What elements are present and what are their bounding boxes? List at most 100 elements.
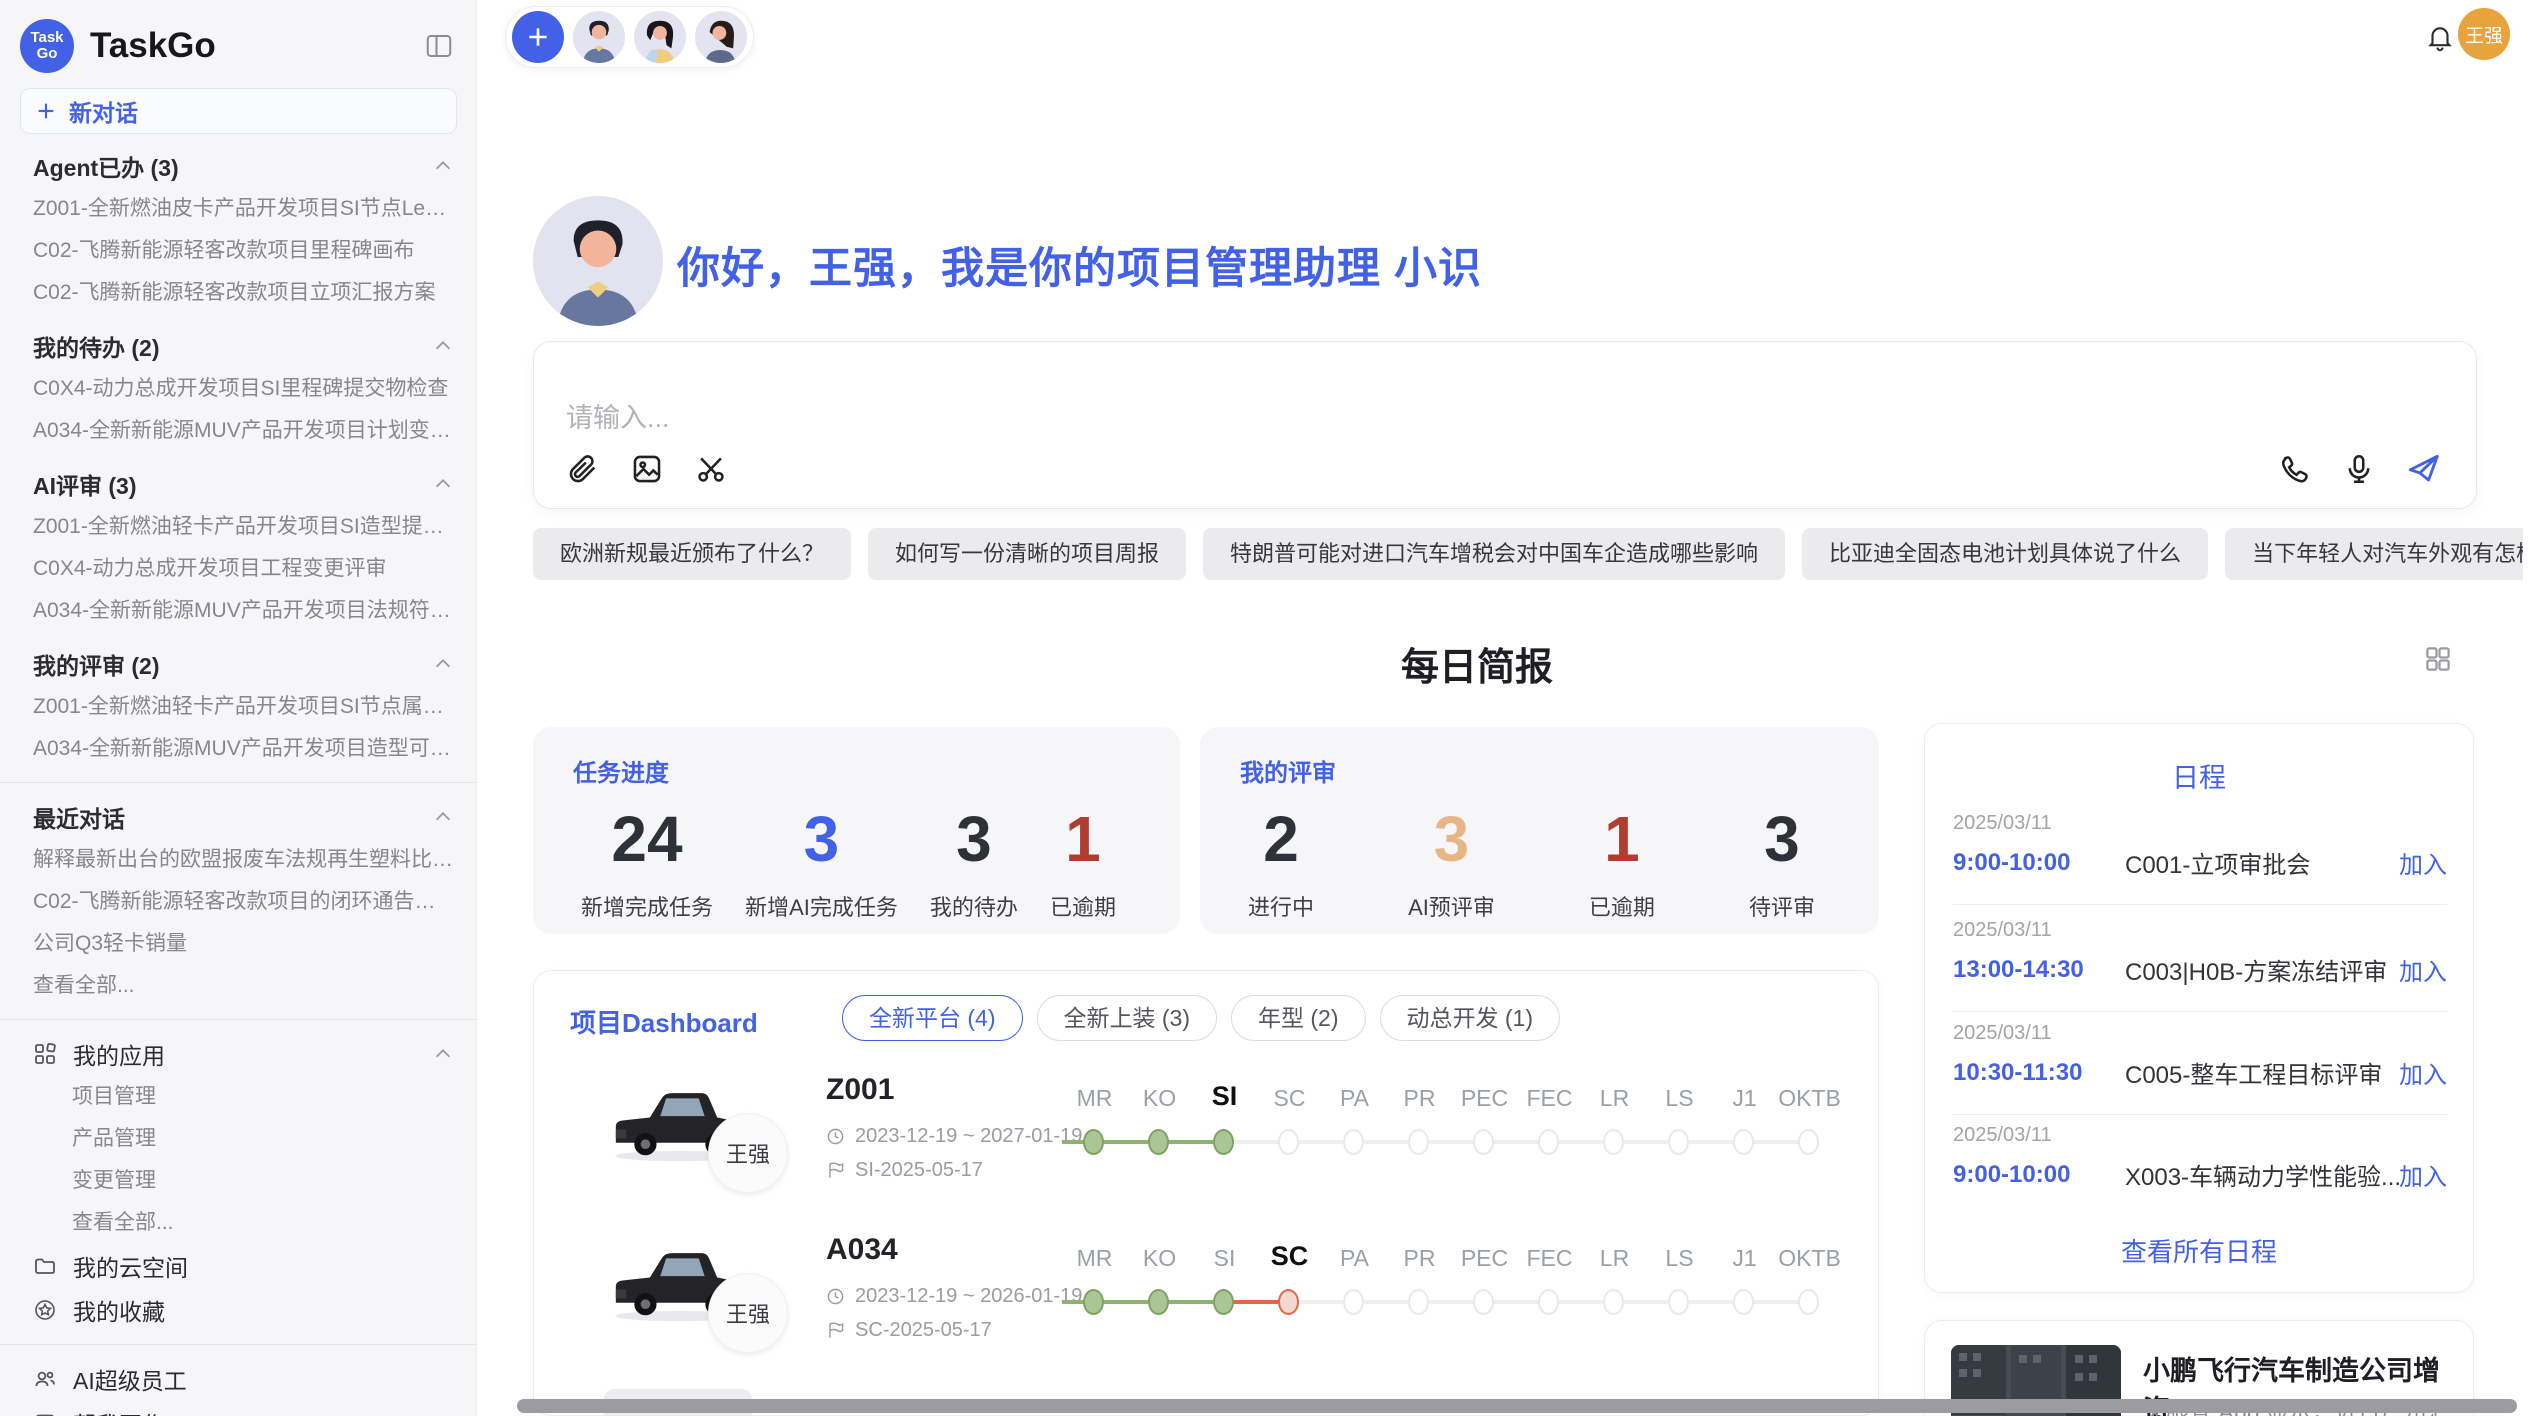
section-header-my-todo[interactable]: 我的待办 (2) [0,324,476,368]
voice-call-icon[interactable] [2276,450,2314,488]
milestone-node [1408,1129,1429,1155]
join-meeting-link[interactable]: 加入 [2399,1157,2447,1192]
agent-avatar-male[interactable] [573,11,625,63]
new-chat-button[interactable]: 新对话 [20,88,457,134]
sidebar-task-item[interactable]: C0X4-动力总成开发项目SI里程碑提交物检查 [0,368,476,410]
main-content: 王强 你好，王强，我是你的项目管理助理 小识 请输入... [477,0,2532,1416]
milestone-label: FEC [1517,1245,1582,1272]
schedule-card: 日程 2025/03/119:00-10:00C001-立项审批会加入2025/… [1924,723,2474,1293]
app-item[interactable]: 项目管理 [0,1076,476,1118]
suggestion-chip[interactable]: 当下年轻人对汽车外观有怎样的喜好趋势 [2225,528,2523,580]
milestone-node [1083,1289,1104,1315]
section-header-ai-review[interactable]: AI评审 (3) [0,462,476,506]
milestone-label: LS [1647,1245,1712,1272]
chevron-up-icon [432,335,454,357]
app-title: TaskGo [90,26,422,66]
sidebar-task-item[interactable]: C0X4-动力总成开发项目工程变更评审 [0,548,476,590]
stat-item: 3 新增AI完成任务 [745,802,898,922]
stat-item: 1 已逾期 [1589,802,1655,922]
milestone-node [1668,1289,1689,1315]
sidebar-item-help-me-write[interactable]: 帮我写作 [0,1401,476,1416]
divider [0,1019,476,1020]
app-item[interactable]: 产品管理 [0,1118,476,1160]
horizontal-scrollbar[interactable] [517,1399,2517,1413]
stat-item: 3 待评审 [1749,802,1815,922]
sidebar-task-item[interactable]: Z001-全新燃油轻卡产品开发项目SI造型提交物评审 [0,506,476,548]
stat-label: 新增完成任务 [581,890,713,922]
sidebar-item-ai-super-staff[interactable]: AI超级员工 [0,1357,476,1401]
stat-value: 2 [1248,802,1314,876]
suggestion-chip[interactable]: 如何写一份清晰的项目周报 [868,528,1186,580]
dashboard-tab[interactable]: 动总开发 (1) [1380,995,1561,1041]
join-meeting-link[interactable]: 加入 [2399,952,2447,987]
image-upload-icon[interactable] [628,450,666,488]
plus-icon [525,24,551,50]
milestone-label: SI [1192,1081,1257,1112]
milestone-label: KO [1127,1085,1192,1112]
section-header-agent-done[interactable]: Agent已办 (3) [0,144,476,188]
add-agent-button[interactable] [512,11,564,63]
stat-label: 待评审 [1749,890,1815,922]
recent-chat-item[interactable]: 解释最新出台的欧盟报废车法规再生塑料比例被调至15%... [0,839,476,881]
milestone-label: LS [1647,1085,1712,1112]
app-item[interactable]: 查看全部... [0,1202,476,1244]
project-dashboard-card: 项目Dashboard 全新平台 (4)全新上装 (3)年型 (2)动总开发 (… [533,970,1879,1416]
agent-avatar-female-1[interactable] [634,11,686,63]
recent-chat-item[interactable]: C02-飞腾新能源轻客改款项目的闭环通告反馈情况 [0,881,476,923]
recent-chat-item[interactable]: 查看全部... [0,965,476,1007]
chevron-up-icon [432,473,454,495]
stat-label: 我的待办 [930,890,1018,922]
notifications-bell-icon[interactable] [2423,20,2457,54]
schedule-entry: 2025/03/1113:00-14:30C003|H0B-方案冻结评审加入 [1953,919,2447,987]
message-composer[interactable]: 请输入... [533,341,2477,509]
microphone-icon[interactable] [2340,450,2378,488]
sidebar-item-my-apps[interactable]: 我的应用 [0,1032,476,1076]
sidebar-task-item[interactable]: A034-全新新能源MUV产品开发项目法规符合性评审 [0,590,476,632]
milestone-node [1473,1129,1494,1155]
milestone-label: PEC [1452,1085,1517,1112]
milestone-node [1538,1289,1559,1315]
apps-grid-icon [33,1042,57,1066]
recent-chat-item[interactable]: 公司Q3轻卡销量 [0,923,476,965]
milestone-node [1473,1289,1494,1315]
milestone-node [1148,1289,1169,1315]
sidebar-task-item[interactable]: A034-全新新能源MUV产品开发项目造型可行性评审 [0,728,476,770]
dashboard-tab[interactable]: 全新上装 (3) [1037,995,1218,1041]
project-row[interactable]: 王强 Z001 2023-12-19 ~ 2027-01-19 SI-2025-… [534,1067,1879,1217]
sidebar-task-item[interactable]: Z001-全新燃油皮卡产品开发项目SI节点Lesson Learn报告 [0,188,476,230]
schedule-title: 日程 [1925,756,2473,795]
milestone-label: J1 [1712,1085,1777,1112]
suggestion-chip[interactable]: 特朗普可能对进口汽车增税会对中国车企造成哪些影响 [1203,528,1785,580]
view-all-schedule-link[interactable]: 查看所有日程 [1925,1232,2473,1269]
milestone-label: OKTB [1777,1245,1842,1272]
section-header-recent-chats[interactable]: 最近对话 [0,795,476,839]
suggestion-chip[interactable]: 欧洲新规最近颁布了什么？ [533,528,851,580]
divider [1953,1114,2447,1115]
sidebar-item-cloud-space[interactable]: 我的云空间 [0,1244,476,1288]
join-meeting-link[interactable]: 加入 [2399,845,2447,880]
stat-value: 3 [1408,802,1495,876]
suggestion-chip[interactable]: 比亚迪全固态电池计划具体说了什么 [1802,528,2208,580]
layout-grid-icon[interactable] [2421,642,2455,676]
user-avatar[interactable]: 王强 [2458,8,2510,60]
sidebar: Task Go TaskGo 新对话 Agent已办 (3) Z001-全新燃油… [0,0,477,1416]
sidebar-task-item[interactable]: C02-飞腾新能源轻客改款项目里程碑画布 [0,230,476,272]
screenshot-scissors-icon[interactable] [692,450,730,488]
section-header-my-review[interactable]: 我的评审 (2) [0,642,476,686]
schedule-time: 13:00-14:30 [1953,956,2125,984]
schedule-event-title: C005-整车工程目标评审 [2125,1055,2399,1090]
app-item[interactable]: 变更管理 [0,1160,476,1202]
attachment-icon[interactable] [564,450,602,488]
join-meeting-link[interactable]: 加入 [2399,1055,2447,1090]
agent-avatar-female-2[interactable] [695,11,747,63]
milestone-label: KO [1127,1245,1192,1272]
sidebar-item-favorites[interactable]: 我的收藏 [0,1288,476,1332]
send-icon[interactable] [2404,450,2442,488]
project-row[interactable]: 王强 A034 2023-12-19 ~ 2026-01-19 SC-2025-… [534,1227,1879,1377]
collapse-sidebar-icon[interactable] [422,29,456,63]
dashboard-tab[interactable]: 全新平台 (4) [842,995,1023,1041]
sidebar-task-item[interactable]: Z001-全新燃油轻卡产品开发项目SI节点属性5D文件评审 [0,686,476,728]
sidebar-task-item[interactable]: A034-全新新能源MUV产品开发项目计划变更表编写 [0,410,476,452]
dashboard-tab[interactable]: 年型 (2) [1231,995,1366,1041]
sidebar-task-item[interactable]: C02-飞腾新能源轻客改款项目立项汇报方案 [0,272,476,314]
